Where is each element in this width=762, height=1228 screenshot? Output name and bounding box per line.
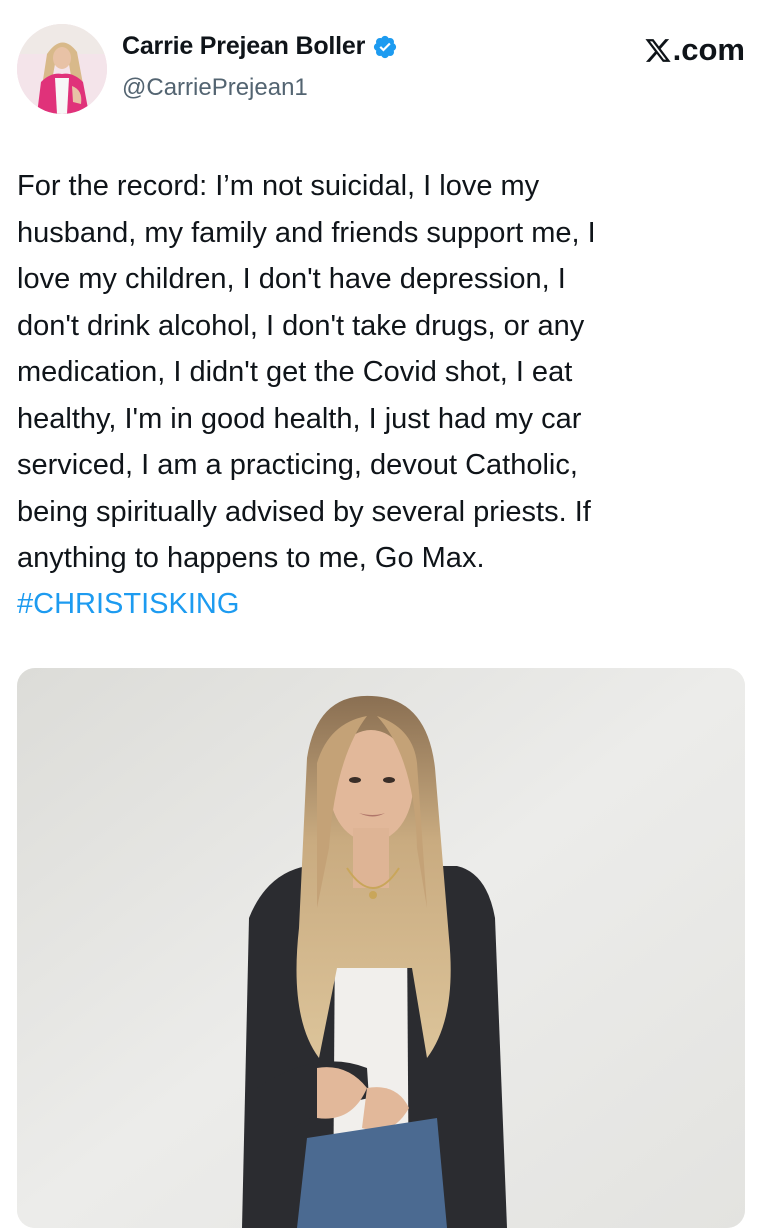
x-logo-icon bbox=[645, 38, 671, 62]
hashtag-link[interactable]: #CHRISTISKING bbox=[17, 581, 239, 628]
tweet-header: Carrie Prejean Boller @CarriePrejean1 .c… bbox=[17, 22, 745, 114]
display-name[interactable]: Carrie Prejean Boller bbox=[122, 32, 365, 61]
avatar-image bbox=[17, 24, 107, 114]
photo-image bbox=[17, 668, 745, 1228]
avatar[interactable] bbox=[17, 24, 107, 114]
site-watermark: .com bbox=[644, 32, 745, 68]
display-name-row: Carrie Prejean Boller bbox=[122, 32, 398, 61]
site-watermark-text: .com bbox=[672, 32, 745, 67]
tweet-text: For the record: I’m not suicidal, I love… bbox=[17, 170, 596, 574]
verified-badge-icon bbox=[374, 35, 397, 58]
handle[interactable]: @CarriePrejean1 bbox=[122, 74, 308, 102]
tweet-photo[interactable] bbox=[17, 668, 745, 1228]
